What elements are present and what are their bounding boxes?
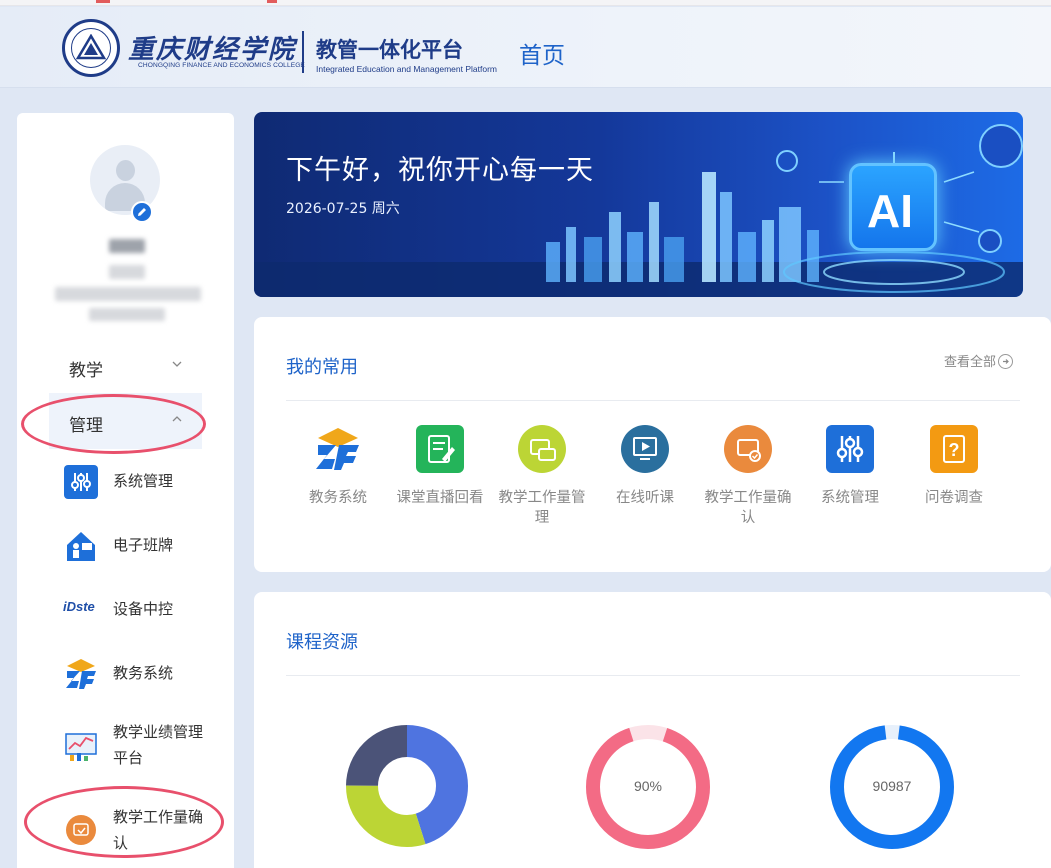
shortcut-label: 系统管理 <box>821 490 879 506</box>
shortcut-label: 课堂直播回看 <box>396 490 484 506</box>
workload-manage-icon <box>518 425 566 473</box>
sidebar-item-label: 系统管理 <box>113 472 174 490</box>
sidebar-item-academic-system[interactable]: 教务系统 <box>17 645 234 701</box>
current-date: 2026-07-25 周六 <box>286 201 400 217</box>
seal-badge-icon <box>979 124 1023 168</box>
strip-mark <box>96 0 110 3</box>
idste-logo: iDste <box>63 599 95 614</box>
favorites-card: 我的常用 查看全部 教务系统 课堂直播回看 教学工作量管理 在线听课 教学工作量… <box>254 317 1051 572</box>
resource-count-ring: 90987 <box>829 724 955 850</box>
divider <box>286 675 1020 676</box>
sidebar-item-performance-platform[interactable]: 教学业绩管理平台 <box>17 709 234 779</box>
annotation-ring-management <box>21 394 206 454</box>
notepad-icon <box>416 425 464 473</box>
home-link[interactable]: 首页 <box>519 36 565 70</box>
user-role-blurred <box>109 265 145 279</box>
sliders-icon <box>64 465 98 499</box>
sidebar-item-label: 教务系统 <box>113 664 174 682</box>
svg-text:?: ? <box>949 440 960 460</box>
shortcut-label: 问卷调查 <box>925 490 983 506</box>
progress-ring-label: 90% <box>633 778 663 794</box>
sidebar-item-electronic-class-board[interactable]: 电子班牌 <box>17 517 234 573</box>
strip-mark <box>267 0 277 3</box>
seal-badge-icon <box>978 229 1002 253</box>
user-id-blurred <box>89 308 165 321</box>
header: 重庆财经学院 CHONGQING FINANCE AND ECONOMICS C… <box>0 7 1051 88</box>
ai-chip-icon: AI <box>849 163 937 251</box>
favorites-title: 我的常用 <box>286 357 358 378</box>
question-icon: ? <box>930 425 978 473</box>
greeting-text: 下午好，祝你开心每一天 <box>286 155 594 186</box>
browser-top-strip <box>0 0 1051 6</box>
performance-chart-icon <box>64 729 98 763</box>
shortcut-label: 教务系统 <box>309 490 367 506</box>
user-dept-blurred <box>55 287 201 301</box>
user-name-blurred <box>109 239 145 253</box>
platform-name-en: Integrated Education and Management Plat… <box>316 64 497 74</box>
zf-logo <box>64 657 98 691</box>
sidebar-group-label: 教学 <box>69 361 103 381</box>
sidebar-group-teaching[interactable]: 教学 <box>17 338 234 394</box>
presenter-icon <box>64 529 98 563</box>
welcome-banner: 下午好，祝你开心每一天 2026-07-25 周六 AI <box>254 112 1023 297</box>
play-board-icon <box>621 425 669 473</box>
arrow-right-circle-icon <box>998 354 1014 369</box>
chevron-down-icon <box>172 361 182 367</box>
sidebar-item-label: 电子班牌 <box>113 536 174 554</box>
logo-divider <box>302 31 304 73</box>
divider <box>286 400 1020 401</box>
shortcut-label: 教学工作量管理 <box>498 490 586 526</box>
college-seal-logo <box>62 19 120 77</box>
sidebar-item-label: 设备中控 <box>113 600 174 618</box>
resources-card: 课程资源 90% 90987 <box>254 592 1051 868</box>
view-all-link[interactable]: 查看全部 <box>944 351 1014 370</box>
sidebar-item-system-management[interactable]: 系统管理 <box>17 453 234 509</box>
count-ring-label: 90987 <box>872 778 912 794</box>
resource-donut-chart <box>346 725 468 847</box>
seal-badge-icon <box>776 150 798 172</box>
workload-confirm-icon <box>724 425 772 473</box>
sidebar-item-device-control[interactable]: iDste 设备中控 <box>17 581 234 637</box>
college-name-cn: 重庆财经学院 <box>128 35 297 65</box>
annotation-ring-workload-confirm <box>24 786 224 858</box>
college-name-en: CHONGQING FINANCE AND ECONOMICS COLLEGE <box>138 62 305 69</box>
ai-chip-label: AI <box>867 185 913 237</box>
sidebar-item-label: 教学业绩管理平台 <box>113 723 204 767</box>
shortcut-label: 在线听课 <box>616 490 674 506</box>
view-all-label: 查看全部 <box>944 355 997 370</box>
sidebar: 教学 管理 系统管理 电子班牌 iDste 设备中控 教务系统 教学业绩管理平台… <box>17 113 234 868</box>
platform-name-cn: 教管一体化平台 <box>316 38 463 62</box>
resource-progress-ring: 90% <box>585 724 711 850</box>
shortcut-label: 教学工作量确认 <box>704 490 792 526</box>
edit-avatar-icon[interactable] <box>131 201 153 223</box>
sliders-icon <box>826 425 874 473</box>
zf-logo <box>314 425 362 473</box>
resources-title: 课程资源 <box>286 632 358 653</box>
